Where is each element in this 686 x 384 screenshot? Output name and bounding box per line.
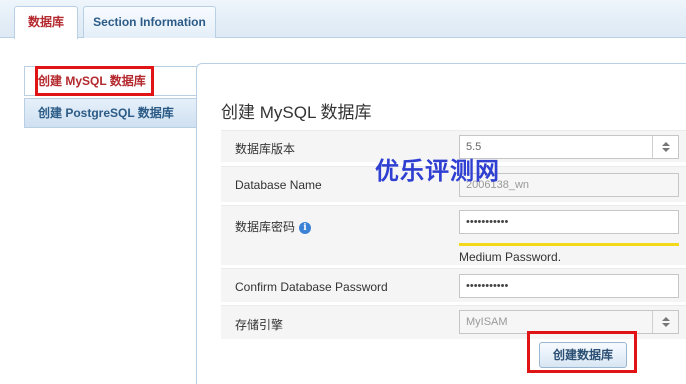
engine-select-value: MyISAM [466, 316, 508, 328]
top-tab-bar: 数据库 Section Information [0, 0, 686, 39]
engine-label: 存储引擎 [235, 318, 284, 332]
sidebar-item-create-postgresql[interactable]: 创建 PostgreSQL 数据库 [24, 98, 197, 128]
form-row-engine: 存储引擎 MyISAM [221, 305, 686, 339]
engine-select[interactable]: MyISAM [459, 310, 679, 334]
main-panel: 创建 MySQL 数据库 数据库版本 5.5 Database Name 200… [196, 63, 686, 384]
version-label: 数据库版本 [235, 142, 296, 156]
password-label-text: 数据库密码 [235, 220, 296, 234]
password-label: 数据库密码 i [235, 218, 312, 235]
select-updown-icon [652, 311, 678, 333]
sidebar-nav: 创建 MySQL 数据库 创建 PostgreSQL 数据库 [24, 66, 197, 128]
sidebar-item-create-mysql[interactable]: 创建 MySQL 数据库 [24, 66, 197, 96]
confirm-password-label: Confirm Database Password [235, 280, 388, 294]
watermark-text: 优乐评测网 [375, 157, 500, 185]
password-field-value: ••••••••••• [466, 216, 509, 228]
info-icon[interactable]: i [299, 222, 312, 234]
dbname-label: Database Name [235, 178, 322, 192]
tab-database[interactable]: 数据库 [14, 6, 78, 39]
password-strength-text: Medium Password. [459, 250, 562, 264]
form-row-confirm-password: Confirm Database Password ••••••••••• [221, 268, 686, 302]
page-title: 创建 MySQL 数据库 [221, 103, 372, 122]
password-field[interactable]: ••••••••••• [459, 210, 679, 234]
select-updown-icon [652, 136, 678, 158]
tab-section-information[interactable]: Section Information [83, 6, 216, 38]
confirm-password-field-value: ••••••••••• [466, 280, 509, 292]
form-row-password: 数据库密码 i ••••••••••• Medium Password. [221, 205, 686, 265]
create-database-button[interactable]: 创建数据库 [539, 342, 627, 368]
password-strength-bar [459, 243, 679, 246]
confirm-password-field[interactable]: ••••••••••• [459, 274, 679, 298]
